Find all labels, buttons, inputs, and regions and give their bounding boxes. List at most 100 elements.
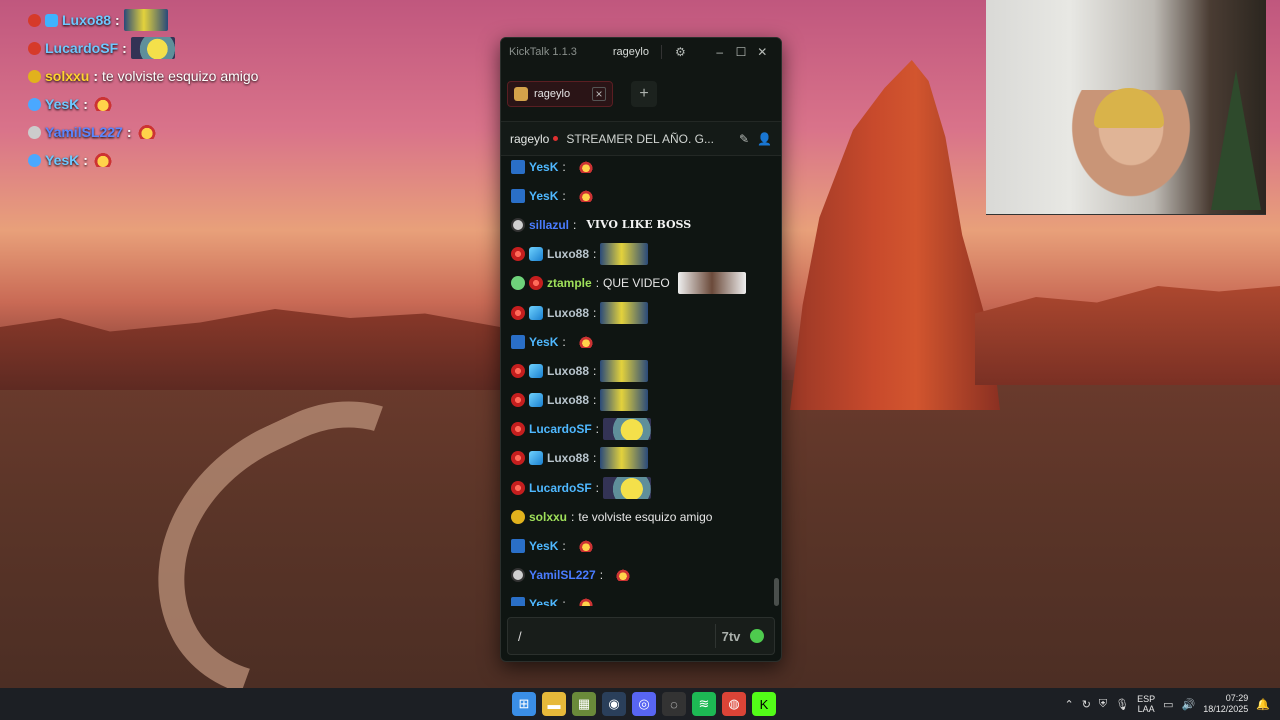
chat-message: YesK: [511, 158, 771, 181]
chat-messages[interactable]: YesK: YesK: sillazul: VIVO LIKE BOSS Luxo88:… [501, 158, 781, 606]
steam-icon[interactable]: ◉ [602, 692, 626, 716]
chat-username[interactable]: Luxo88 [547, 247, 589, 261]
obs-icon[interactable]: ◌ [662, 692, 686, 716]
cube-badge-icon [529, 363, 543, 378]
chat-username[interactable]: YesK [529, 597, 558, 606]
colon: : [562, 334, 566, 349]
colon: : [593, 451, 597, 466]
pick-badge-icon [511, 539, 525, 554]
chat-username[interactable]: YesK [529, 335, 558, 349]
shield-icon[interactable]: ⛨ [1099, 698, 1107, 711]
overlay-message: LucardoSF: [28, 34, 328, 62]
language-indicator[interactable]: ESP LAA [1137, 694, 1155, 714]
app-icon[interactable]: ▦ [572, 692, 596, 716]
colon: : [595, 276, 600, 291]
cube-badge-icon [529, 247, 543, 262]
colon: : [571, 509, 575, 524]
file-explorer-icon[interactable]: ▬ [542, 692, 566, 716]
chat-scrollbar[interactable] [774, 578, 779, 606]
discord-icon[interactable]: ◎ [632, 692, 656, 716]
emoji-icon[interactable] [750, 629, 764, 643]
overlay-message: Luxo88: [28, 6, 328, 34]
red-badge-icon [28, 41, 41, 55]
emote-image [600, 301, 649, 324]
overlay-username: Luxo88 [62, 12, 112, 28]
overlay-message: solxxu: te volviste esquizo amigo [28, 62, 328, 90]
emote-image [615, 569, 632, 582]
titlebar-user[interactable]: rageylo [613, 46, 649, 58]
mesa-right [975, 286, 1280, 385]
spotify-icon[interactable]: ≋ [692, 692, 716, 716]
chat-username[interactable]: LucardoSF [529, 422, 592, 436]
chat-username[interactable]: LucardoSF [529, 481, 592, 495]
emote-image [577, 189, 594, 202]
add-tab-button[interactable]: + [631, 80, 657, 107]
colon: : [593, 363, 597, 378]
emote-text-image: VIVO LIKE BOSS [586, 218, 692, 232]
pick-badge-icon [511, 334, 525, 349]
chat-text: te volviste esquizo amigo [578, 509, 713, 524]
skull-badge-icon [28, 125, 41, 139]
chat-message: sillazul: VIVO LIKE BOSS [511, 210, 771, 239]
tab-rageylo[interactable]: rageylo × [507, 80, 613, 107]
clock[interactable]: 07:29 18/12/2025 [1203, 693, 1248, 715]
skull-badge-icon [511, 217, 525, 232]
close-tab-icon[interactable]: × [592, 86, 606, 101]
chat-username[interactable]: solxxu [529, 510, 567, 524]
gear-icon[interactable]: ⚙ [670, 45, 691, 59]
minimize-icon[interactable]: – [709, 45, 730, 59]
chat-username[interactable]: sillazul [529, 218, 569, 232]
date: 18/12/2025 [1203, 704, 1249, 714]
overlay-message: YesK: [28, 146, 328, 174]
live-dot-icon [553, 136, 559, 141]
chat-username[interactable]: YesK [529, 160, 558, 174]
chat-username[interactable]: YamilSL227 [529, 568, 596, 582]
overlay-text: te volviste esquizo amigo [102, 68, 259, 84]
emote-image [600, 359, 649, 382]
emote-image [91, 153, 114, 167]
pin-icon[interactable]: ✎ [739, 132, 749, 146]
chat-username[interactable]: Luxo88 [547, 306, 589, 320]
cube-badge-icon [529, 393, 543, 408]
sync-icon[interactable]: ↻ [1082, 698, 1091, 711]
chrome-icon[interactable]: ◍ [722, 692, 746, 716]
network-icon[interactable]: ▭ [1163, 698, 1173, 711]
user-icon[interactable]: 👤 [757, 132, 772, 146]
butte-rock [790, 60, 1000, 410]
chat-username[interactable]: Luxo88 [547, 451, 589, 465]
gold-badge-icon [511, 509, 525, 524]
chevron-up-icon[interactable]: ⌃ [1064, 698, 1073, 711]
chat-input[interactable] [508, 628, 715, 644]
notification-icon[interactable]: 🔔 [1256, 698, 1270, 711]
red-badge-icon [511, 393, 525, 408]
maximize-icon[interactable]: ☐ [730, 45, 751, 59]
colon: : [126, 124, 132, 140]
chat-username[interactable]: Luxo88 [547, 364, 589, 378]
channel-header: rageylo STREAMER DEL AÑO. G... ✎ 👤 [501, 122, 781, 156]
colon: : [595, 480, 600, 495]
windows-start-icon[interactable]: ⊞ [512, 692, 536, 716]
red-badge-icon [511, 451, 525, 466]
colon: : [83, 96, 88, 112]
chat-message: Luxo88: [511, 444, 771, 473]
mic-icon[interactable]: 🎙 [1115, 698, 1129, 711]
titlebar-separator [660, 45, 662, 59]
kick-icon[interactable]: K [752, 692, 776, 716]
7tv-emote-button[interactable]: 7tv [716, 629, 746, 644]
chat-username[interactable]: YesK [529, 189, 558, 203]
emote-image [577, 598, 594, 606]
kicktalk-window: KickTalk 1.1.3 rageylo ⚙ – ☐ ✕ rageylo ×… [500, 37, 782, 662]
lang-line1: ESP [1137, 694, 1156, 704]
chat-username[interactable]: Luxo88 [547, 393, 589, 407]
christmas-tree [1211, 70, 1261, 210]
titlebar: KickTalk 1.1.3 rageylo ⚙ – ☐ ✕ [501, 38, 781, 66]
volume-icon[interactable]: 🔊 [1182, 698, 1196, 711]
chat-username[interactable]: YesK [529, 539, 558, 553]
chat-message: ztample: QUE VIDEO [511, 269, 771, 298]
app-title: KickTalk 1.1.3 [509, 46, 577, 58]
chat-username[interactable]: ztample [547, 276, 592, 290]
stream-title: STREAMER DEL AÑO. G... [566, 131, 714, 146]
emote-image [600, 389, 649, 412]
close-icon[interactable]: ✕ [752, 45, 773, 59]
overlay-message: YesK: [28, 90, 328, 118]
